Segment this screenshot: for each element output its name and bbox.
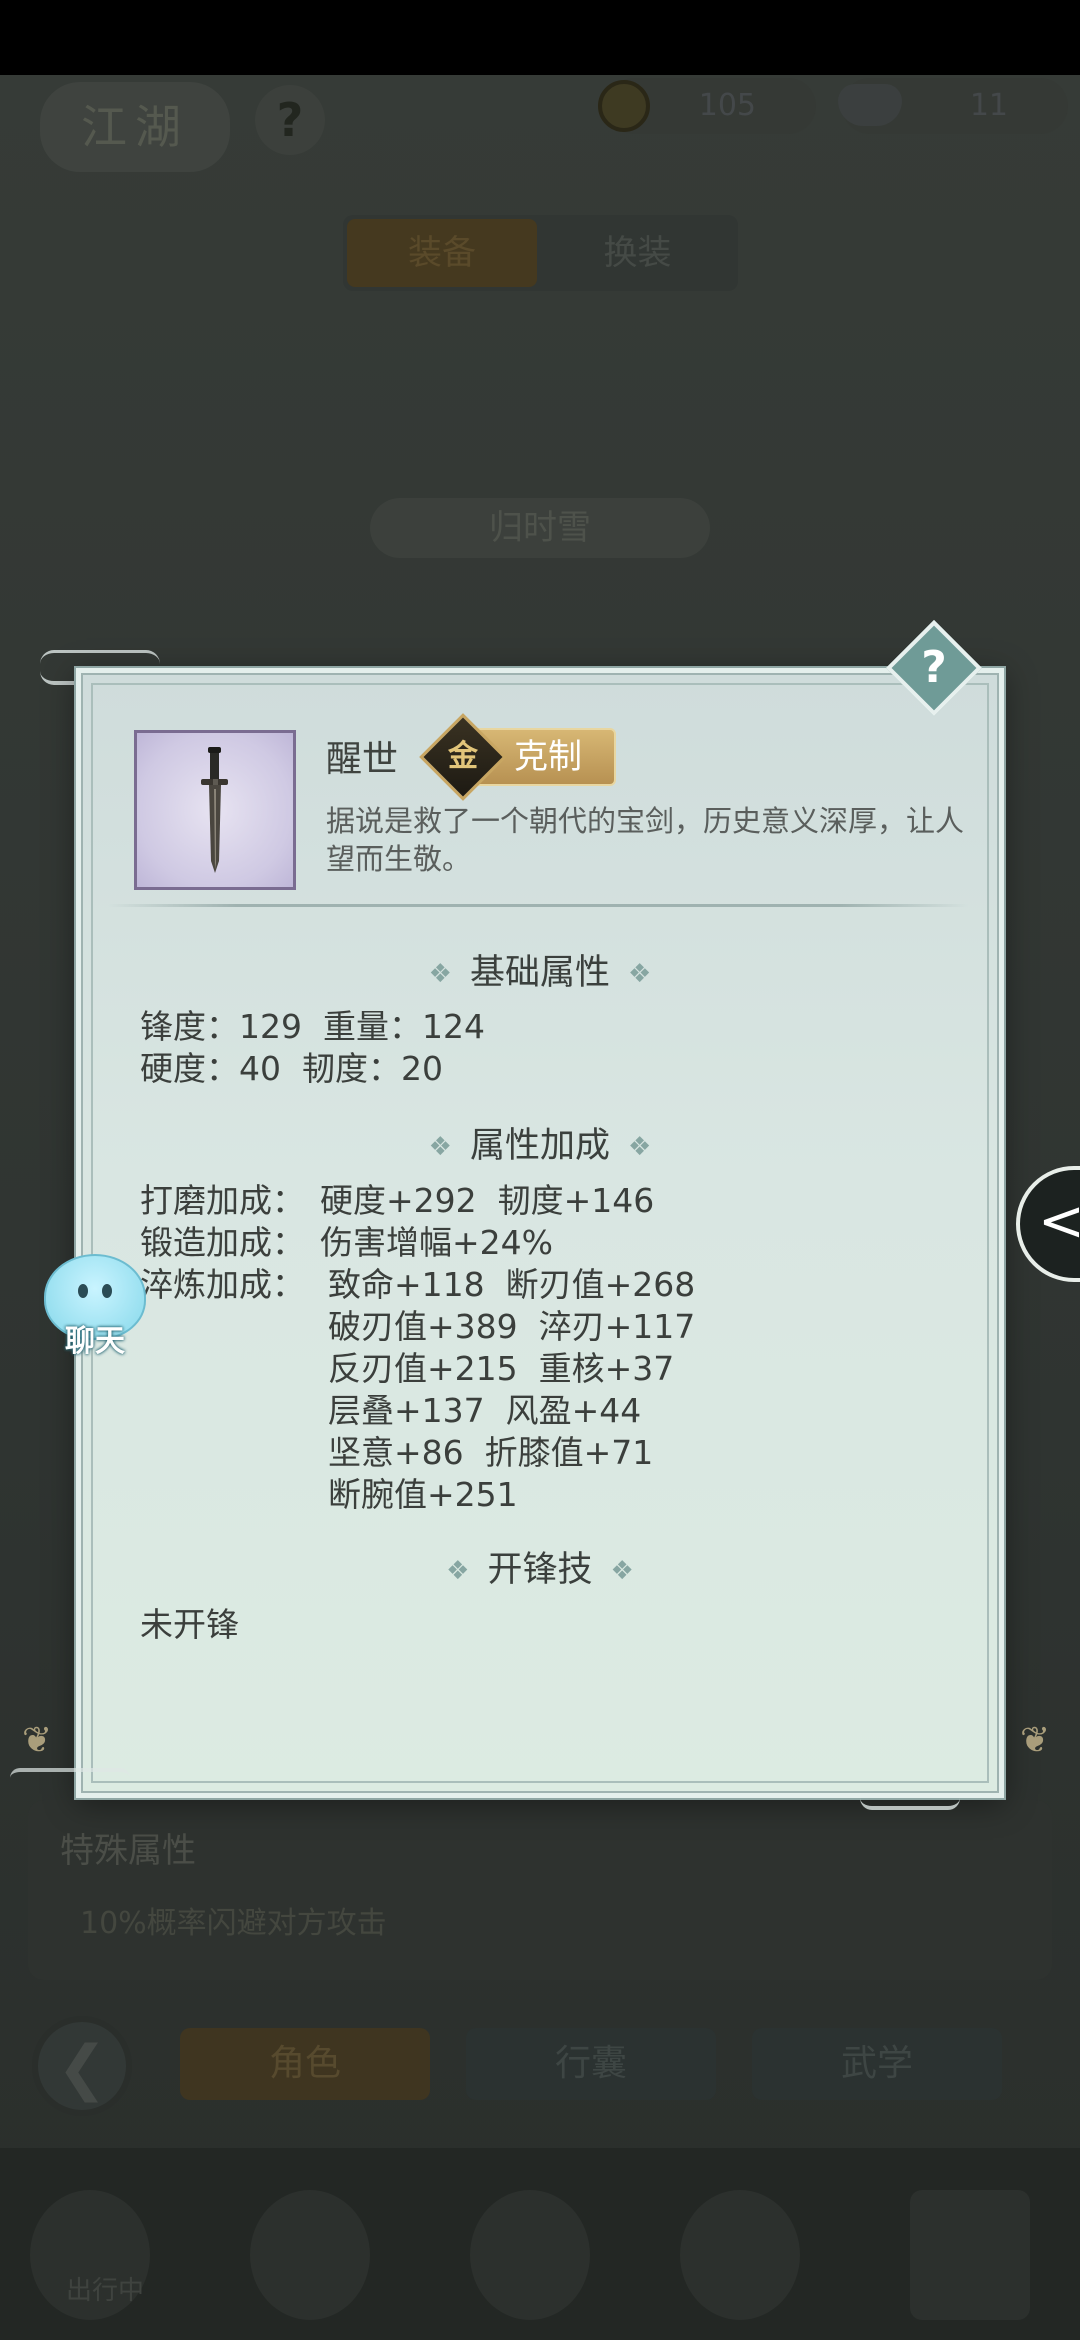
coin-icon [598,80,650,132]
ornament-diamond-icon: ❖ [428,1132,452,1162]
tab-outfit[interactable]: 换装 [541,219,734,287]
cloud-ornament [860,1782,960,1810]
chat-button[interactable]: 聊天 [44,1254,146,1359]
character-name: 归时雪 [370,498,710,558]
ornament-diamond-icon: ❖ [446,1556,470,1586]
forge-bonus-values: 伤害增幅+24% [320,1223,553,1262]
cloud-ornament [10,1768,130,1792]
temper-bonus-line: 层叠+137 风盈+44 [328,1391,642,1430]
chat-eye [102,1284,112,1298]
divider [108,904,968,907]
status-bar [0,0,1080,75]
ingot-value: 11 [969,88,1008,123]
temper-bonus-line: 破刃值+389 淬刃+117 [328,1307,696,1346]
nav-tab-martial[interactable]: 武学 [752,2028,1002,2100]
item-name: 醒世 [326,739,399,780]
nav-tab-character[interactable]: 角色 [180,2028,430,2100]
section-header-base: ❖ 基础属性 ❖ [76,944,1004,995]
chat-eye [78,1284,88,1298]
bottom-nav-compass-icon[interactable] [470,2190,590,2320]
tab-equip[interactable]: 装备 [347,219,537,287]
section-header-skill: ❖ 开锋技 ❖ [76,1541,1004,1592]
coin-value: 105 [698,88,756,123]
back-arrow-icon[interactable]: ❮ [32,2016,132,2116]
temper-bonus-label: 淬炼加成： [140,1265,305,1304]
special-attributes-title: 特殊属性 [60,1831,196,1871]
special-attributes-text: 10%概率闪避对方攻击 [80,1906,387,1941]
badge-glyph: 金 [448,739,478,774]
base-stats-line-2: 硬度：40 韧度：20 [140,1049,443,1088]
section-title-base: 基础属性 [469,953,610,993]
section-header-bonus: ❖ 属性加成 ❖ [76,1117,1004,1168]
equip-tab-group: 装备 换装 [343,215,738,291]
temper-bonus-line: 反刃值+215 重核+37 [328,1349,675,1388]
silver-ingot-icon [838,84,902,126]
temper-bonus-line: 断腕值+251 [328,1475,518,1514]
grind-bonus-values: 硬度+292 韧度+146 [320,1181,655,1220]
ornament-diamond-icon: ❖ [628,1132,652,1162]
help-icon[interactable]: ? [900,634,968,702]
edge-skill-status: 未开锋 [140,1605,239,1644]
temper-bonus-line: 致命+118 断刃值+268 [328,1265,696,1304]
item-thumbnail [134,730,296,890]
ornament-diamond-icon: ❖ [428,959,452,989]
ornament-diamond-icon: ❖ [610,1556,634,1586]
temper-bonus-line: 坚意+86 折膝值+71 [328,1433,654,1472]
counter-badge: 克制 金 [419,713,622,801]
chat-label: 聊天 [65,1324,125,1359]
section-title-bonus: 属性加成 [469,1126,610,1166]
bottom-nav-lotus-icon[interactable] [680,2190,800,2320]
ornament-diamond-icon: ❖ [628,959,652,989]
bottom-nav-bird-icon[interactable] [250,2190,370,2320]
section-title-skill: 开锋技 [487,1550,593,1590]
bottom-nav-basket-icon[interactable] [910,2190,1030,2320]
help-icon-bg[interactable]: ? [255,85,325,155]
chevron-left-icon: < [1038,1189,1080,1254]
jianghu-logo: 江湖 [40,82,230,172]
butterfly-icon: ❦ [22,1720,53,1761]
sword-icon [201,747,228,873]
base-stats-line-1: 锋度：129 重量：124 [140,1007,485,1046]
bottom-nav-travel-label: 出行中 [65,2276,144,2306]
nav-tab-bag[interactable]: 行囊 [466,2028,716,2100]
forge-bonus-label: 锻造加成： [140,1223,305,1262]
item-description: 据说是救了一个朝代的宝剑，历史意义深厚，让人望而生敬。 [326,804,965,876]
butterfly-icon: ❦ [1020,1720,1051,1761]
grind-bonus-label: 打磨加成： [140,1181,305,1220]
